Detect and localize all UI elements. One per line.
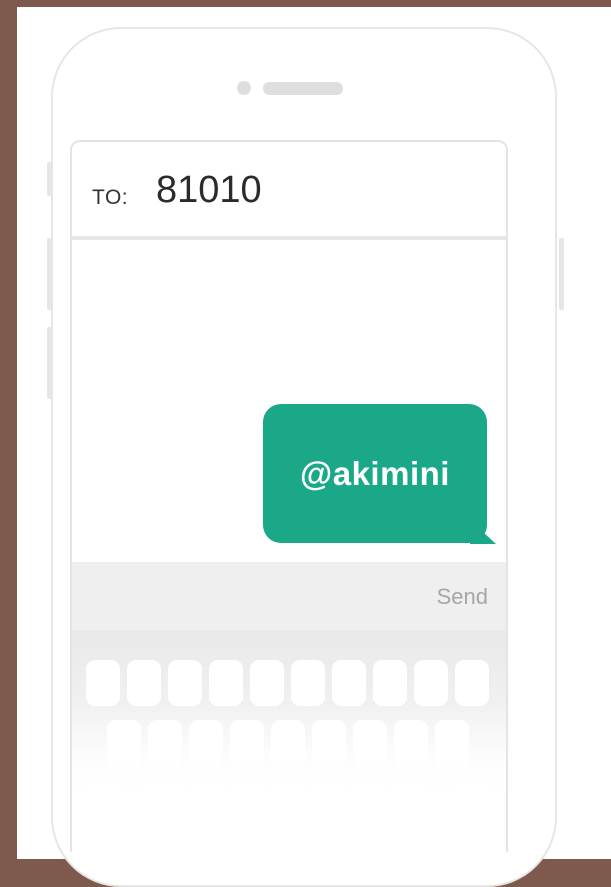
message-bubble: @akimini bbox=[263, 404, 487, 543]
volume-up-button bbox=[47, 238, 52, 310]
mute-switch bbox=[47, 162, 52, 196]
send-button[interactable]: Send bbox=[437, 584, 488, 610]
keyboard-key[interactable] bbox=[127, 660, 161, 706]
phone-camera-dot-icon bbox=[237, 81, 251, 95]
keyboard-fade-overlay bbox=[72, 702, 506, 852]
volume-down-button bbox=[47, 327, 52, 399]
message-bubble-tail bbox=[470, 520, 496, 544]
to-label: TO: bbox=[92, 186, 129, 209]
phone-speaker-icon bbox=[263, 82, 343, 95]
phone-screen: TO: 81010 @akimini Send bbox=[70, 140, 508, 852]
keyboard-key[interactable] bbox=[291, 660, 325, 706]
keyboard-key[interactable] bbox=[332, 660, 366, 706]
keyboard-key[interactable] bbox=[455, 660, 489, 706]
power-button bbox=[559, 238, 564, 310]
keyboard-key[interactable] bbox=[250, 660, 284, 706]
message-text: @akimini bbox=[300, 454, 450, 492]
recipient-number[interactable]: 81010 bbox=[156, 169, 262, 212]
keyboard-key[interactable] bbox=[414, 660, 448, 706]
keyboard-key[interactable] bbox=[373, 660, 407, 706]
keyboard-key[interactable] bbox=[86, 660, 120, 706]
compose-bar: Send bbox=[72, 562, 506, 630]
keyboard-key[interactable] bbox=[168, 660, 202, 706]
keyboard-key[interactable] bbox=[209, 660, 243, 706]
recipient-bar[interactable]: TO: 81010 bbox=[72, 142, 506, 240]
